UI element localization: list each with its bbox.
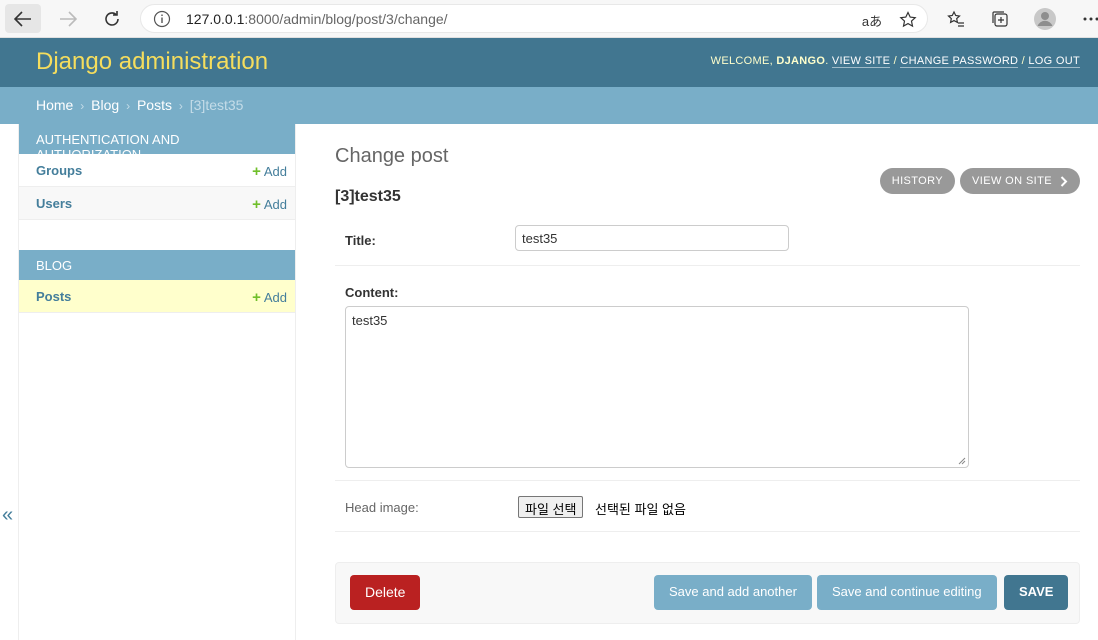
plus-icon: + <box>252 289 261 306</box>
view-site-link[interactable]: VIEW SITE <box>831 55 891 68</box>
object-tools: HISTORY VIEW ON SITE <box>879 168 1080 194</box>
add-users-link[interactable]: + Add <box>252 196 287 213</box>
file-none-text: 선택된 파일 없음 <box>595 502 686 517</box>
plus-icon: + <box>252 196 261 213</box>
sidebar-collapse-toggle[interactable]: « <box>2 504 13 527</box>
favorites-list-icon[interactable] <box>943 6 969 32</box>
submit-row: Delete Save and add another Save and con… <box>335 562 1080 624</box>
username: DJANGO <box>776 55 826 67</box>
info-icon[interactable] <box>153 10 171 31</box>
breadcrumb-current: [3]test35 <box>189 97 244 113</box>
profile-avatar-icon[interactable] <box>1032 6 1058 32</box>
arrow-right-icon <box>60 10 77 27</box>
content-label: Content: <box>345 285 399 300</box>
view-on-site-label: VIEW ON SITE <box>972 175 1052 187</box>
content-value: test35 <box>352 313 388 328</box>
sidebar-item-posts[interactable]: Posts + Add <box>19 280 295 313</box>
form-row-head-image: Head image: <box>335 481 1080 532</box>
sidebar-item-label[interactable]: Posts <box>36 289 71 304</box>
sidebar-item-label[interactable]: Groups <box>36 163 82 178</box>
breadcrumb-sep: › <box>80 99 85 113</box>
delete-button[interactable]: Delete <box>350 575 421 610</box>
log-out-link[interactable]: LOG OUT <box>1028 55 1080 68</box>
add-label: Add <box>263 197 287 212</box>
refresh-button[interactable] <box>94 4 130 33</box>
plus-icon: + <box>252 163 261 180</box>
breadcrumb-posts[interactable]: Posts <box>137 97 172 113</box>
nav-sidebar: AUTHENTICATION AND AUTHORIZATION Groups … <box>18 124 296 640</box>
view-on-site-button[interactable]: VIEW ON SITE <box>960 168 1080 194</box>
module-caption-auth[interactable]: AUTHENTICATION AND AUTHORIZATION <box>19 124 295 162</box>
file-choose-button[interactable]: 파일 선택 <box>518 496 584 518</box>
url-host: 127.0.0.1 <box>186 11 245 27</box>
content-textarea[interactable]: test35 <box>345 306 969 468</box>
sidebar-item-groups[interactable]: Groups + Add <box>19 154 295 187</box>
browser-toolbar: 127.0.0.1:8000/admin/blog/post/3/change/… <box>0 0 1098 38</box>
site-branding[interactable]: Django administration <box>36 48 268 76</box>
save-button[interactable]: SAVE <box>1004 575 1069 610</box>
breadcrumb-blog[interactable]: Blog <box>91 97 119 113</box>
url-text: 127.0.0.1:8000/admin/blog/post/3/change/ <box>186 11 448 27</box>
head-image-label: Head image: <box>345 500 419 515</box>
more-menu-icon[interactable] <box>1078 6 1098 32</box>
sidebar-item-users[interactable]: Users + Add <box>19 187 295 220</box>
title-input[interactable]: test35 <box>515 225 789 251</box>
arrow-left-icon <box>14 10 31 27</box>
url-path: :8000/admin/blog/post/3/change/ <box>244 11 448 27</box>
change-password-link[interactable]: CHANGE PASSWORD <box>900 55 1019 68</box>
resize-grip-icon[interactable] <box>958 457 966 465</box>
breadcrumb-home[interactable]: Home <box>36 97 73 113</box>
welcome-text: WELCOME, <box>710 55 773 67</box>
add-groups-link[interactable]: + Add <box>252 163 287 180</box>
separator: / <box>1021 55 1026 67</box>
chevron-right-icon <box>1060 175 1068 187</box>
breadcrumb-sep: › <box>126 99 131 113</box>
collections-icon[interactable] <box>987 6 1013 32</box>
page-title: Change post <box>335 145 449 167</box>
add-label: Add <box>263 290 287 305</box>
module-caption-blog[interactable]: BLOG <box>19 250 295 280</box>
breadcrumb: Home › Blog › Posts › [3]test35 <box>0 87 1098 124</box>
read-aloud-icon[interactable]: aあ <box>861 9 883 31</box>
user-tools: WELCOME, DJANGO. VIEW SITE / CHANGE PASS… <box>710 55 1080 68</box>
back-button[interactable] <box>5 4 41 33</box>
object-subtitle: [3]test35 <box>335 188 401 205</box>
address-bar[interactable]: 127.0.0.1:8000/admin/blog/post/3/change/… <box>140 4 928 33</box>
separator: / <box>893 55 897 67</box>
history-label: HISTORY <box>891 175 944 187</box>
site-header: Django administration WELCOME, DJANGO. V… <box>0 38 1098 87</box>
favorite-star-icon[interactable] <box>897 9 919 31</box>
add-label: Add <box>263 164 287 179</box>
forward-button[interactable] <box>50 4 86 33</box>
save-add-another-button[interactable]: Save and add another <box>654 575 812 610</box>
save-continue-button[interactable]: Save and continue editing <box>817 575 997 610</box>
form-row-title: Title: test35 <box>335 215 1080 266</box>
history-button[interactable]: HISTORY <box>879 168 956 194</box>
sidebar-item-label[interactable]: Users <box>36 196 72 211</box>
title-label: Title: <box>345 233 376 248</box>
add-posts-link[interactable]: + Add <box>252 289 287 306</box>
breadcrumb-sep: › <box>178 99 183 113</box>
refresh-icon <box>105 10 119 26</box>
